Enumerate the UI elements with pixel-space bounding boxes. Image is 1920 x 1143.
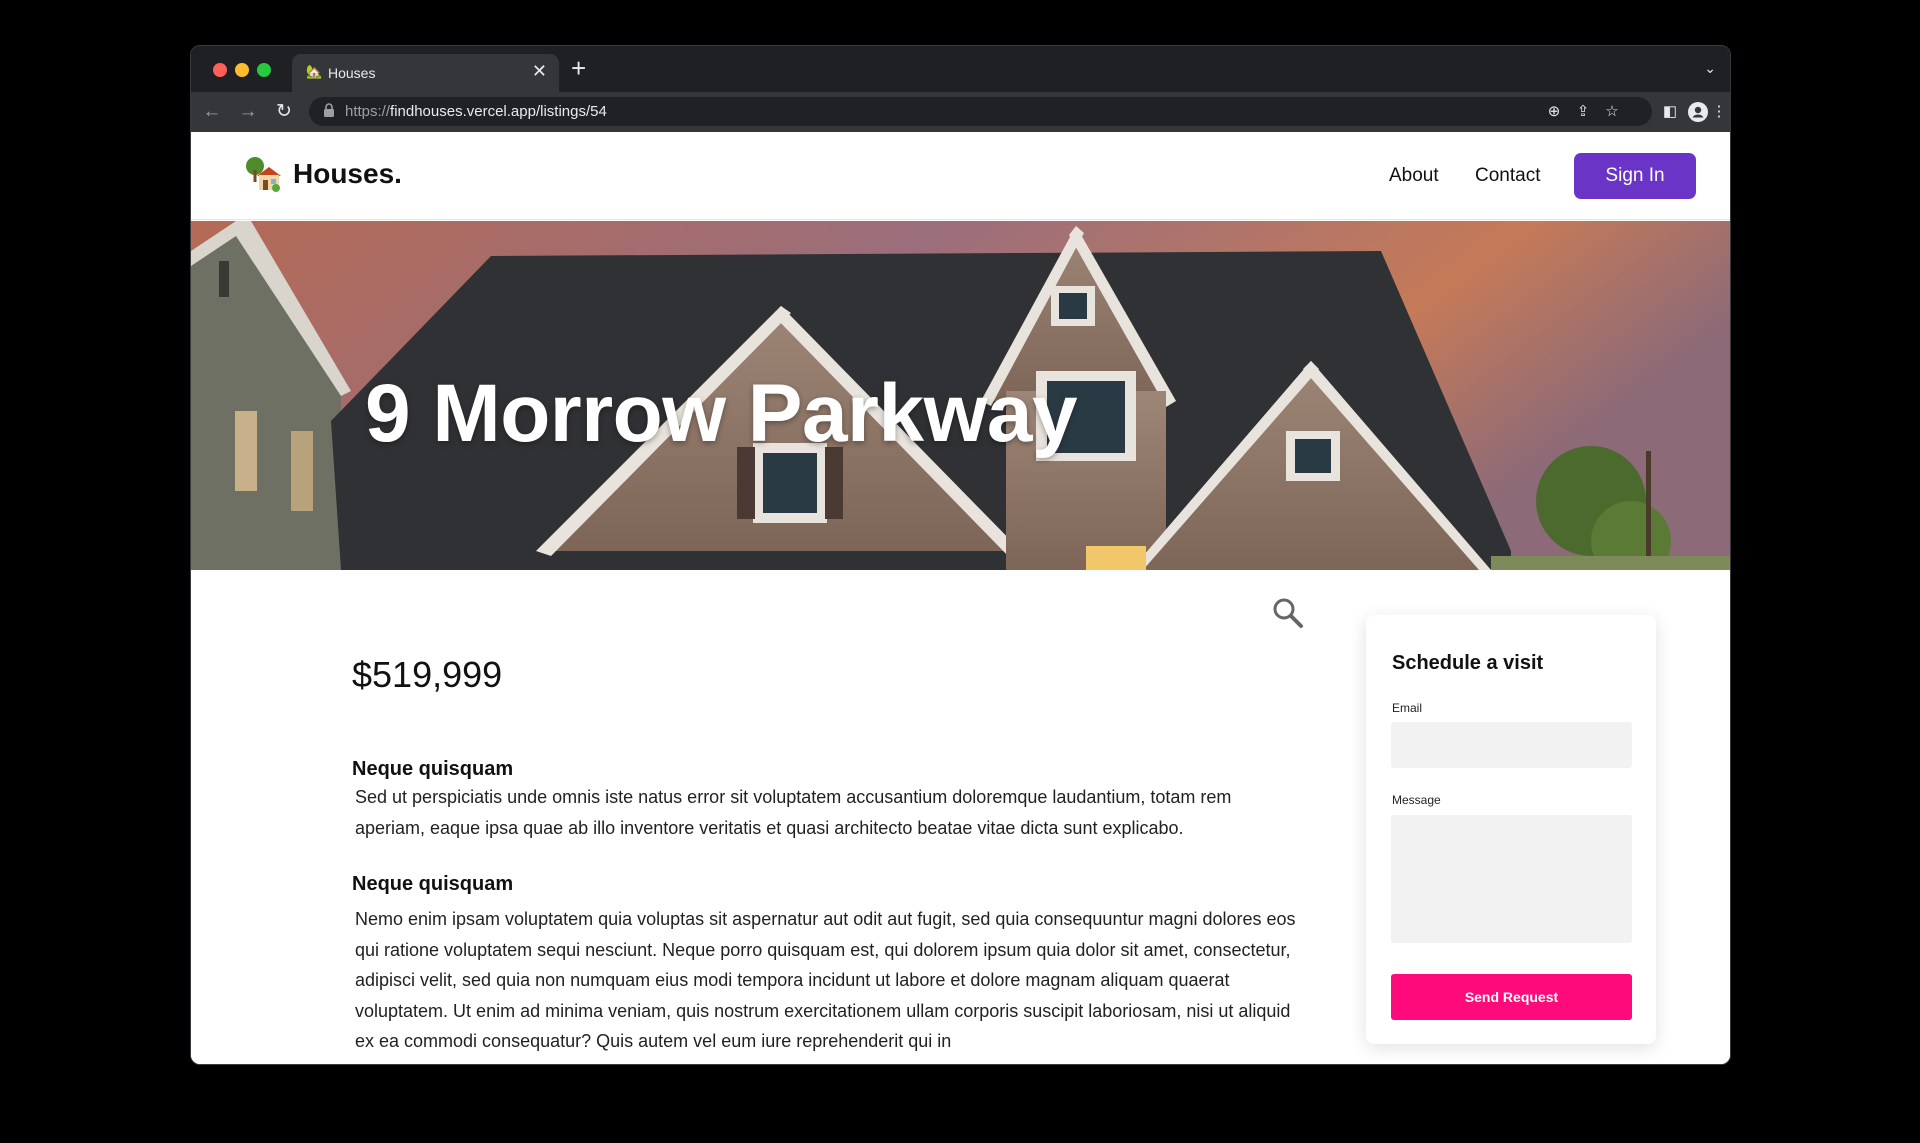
visit-card-title: Schedule a visit [1392,652,1544,674]
chevron-down-icon[interactable]: ⌄ [1704,60,1716,77]
hero-banner: 9 Morrow Parkway [191,221,1730,570]
section-heading: Neque quisquam [352,758,514,780]
send-request-button[interactable]: Send Request [1391,974,1632,1020]
tab-houses[interactable]: 🏡 Houses ✕ [292,54,559,92]
page-viewport: Houses. About Contact Sign In 9 Morrow P… [191,132,1730,1064]
share-icon[interactable]: ⇪ [1572,101,1594,123]
section-heading: Neque quisquam [352,873,514,895]
reload-icon[interactable]: ↻ [271,99,297,125]
message-label: Message [1392,793,1441,807]
tab-close-icon[interactable]: ✕ [532,61,547,82]
listing-content: $519,999 Neque quisquam Sed ut perspicia… [191,570,1730,1064]
message-field[interactable] [1391,815,1632,943]
nav-contact-link[interactable]: Contact [1475,165,1540,187]
new-tab-button[interactable]: + [571,55,586,81]
site-logo[interactable]: Houses. [243,156,402,192]
email-label: Email [1392,701,1423,715]
address-bar[interactable]: https://findhouses.vercel.app/listings/5… [309,97,1652,126]
nav-about-link[interactable]: About [1389,165,1439,187]
zoom-icon[interactable]: ⊕ [1543,101,1565,123]
profile-icon[interactable] [1687,101,1709,123]
section-body: Sed ut perspiciatis unde omnis iste natu… [355,787,1232,838]
arrow-right-icon[interactable]: → [235,99,261,125]
star-icon[interactable]: ☆ [1601,101,1623,123]
browser-toolbar: ← → ↻ https://findhouses.vercel.app/list… [191,92,1730,132]
browser-window: 🏡 Houses ✕ + ⌄ ← → ↻ https://findhouses.… [190,45,1731,1065]
listing-title: 9 Morrow Parkway [365,368,1078,459]
email-field[interactable] [1391,722,1632,768]
minimize-window-button[interactable] [235,63,249,77]
section-body: Nemo enim ipsam voluptatem quia voluptas… [355,909,1296,1052]
url-text: https://findhouses.vercel.app/listings/5… [345,103,607,120]
arrow-left-icon[interactable]: ← [199,99,225,125]
house-favicon-icon: 🏡 [306,64,323,79]
listing-price: $519,999 [352,654,503,695]
magnifier-cursor-icon [1273,598,1303,628]
tab-strip: 🏡 Houses ✕ + ⌄ [191,46,1730,92]
close-window-button[interactable] [213,63,227,77]
sidebar-icon[interactable]: ◧ [1659,101,1681,123]
lock-icon [324,103,334,117]
tab-title: Houses [328,65,376,81]
schedule-visit-card: Schedule a visit Email Message Send Requ… [1366,615,1656,1044]
site-header: Houses. About Contact Sign In [191,132,1730,220]
house-tree-icon [246,157,281,192]
more-icon[interactable]: ⋮ [1708,101,1730,123]
maximize-window-button[interactable] [257,63,271,77]
logo-text: Houses. [293,158,402,189]
sign-in-button[interactable]: Sign In [1574,153,1696,199]
